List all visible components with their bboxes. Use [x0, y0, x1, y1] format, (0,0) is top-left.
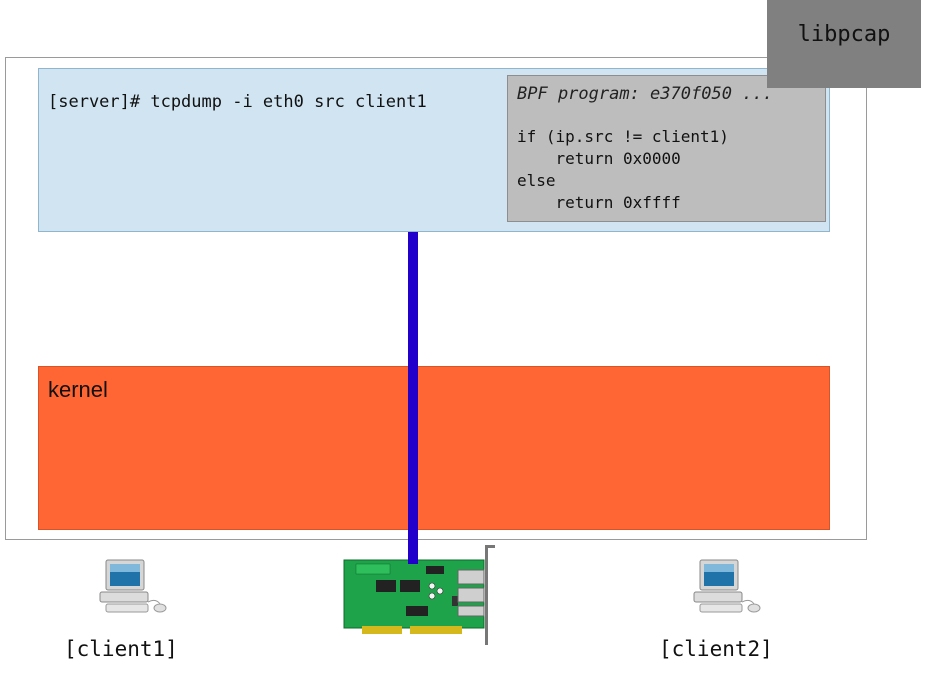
tcpdump-command: [server]# tcpdump -i eth0 src client1	[48, 92, 427, 112]
bpf-code-line: else	[517, 171, 556, 190]
bpf-program-title: BPF program: e370f050 ...	[517, 84, 773, 104]
client1-computer-icon	[99, 559, 167, 613]
libpcap-box: libpcap	[767, 0, 921, 88]
client2-label: [client2]	[659, 637, 773, 661]
bpf-code-line: return 0xffff	[517, 193, 681, 212]
client1-label: [client1]	[64, 637, 178, 661]
bpf-code-line: if (ip.src != client1)	[517, 127, 729, 146]
capture-path-line	[408, 232, 418, 564]
client2-computer-icon	[693, 559, 761, 613]
kernel-label: kernel	[48, 377, 108, 402]
libpcap-label: libpcap	[797, 22, 891, 47]
bpf-code-line: return 0x0000	[517, 149, 681, 168]
network-card-icon	[343, 545, 495, 645]
kernel-region	[38, 366, 830, 530]
